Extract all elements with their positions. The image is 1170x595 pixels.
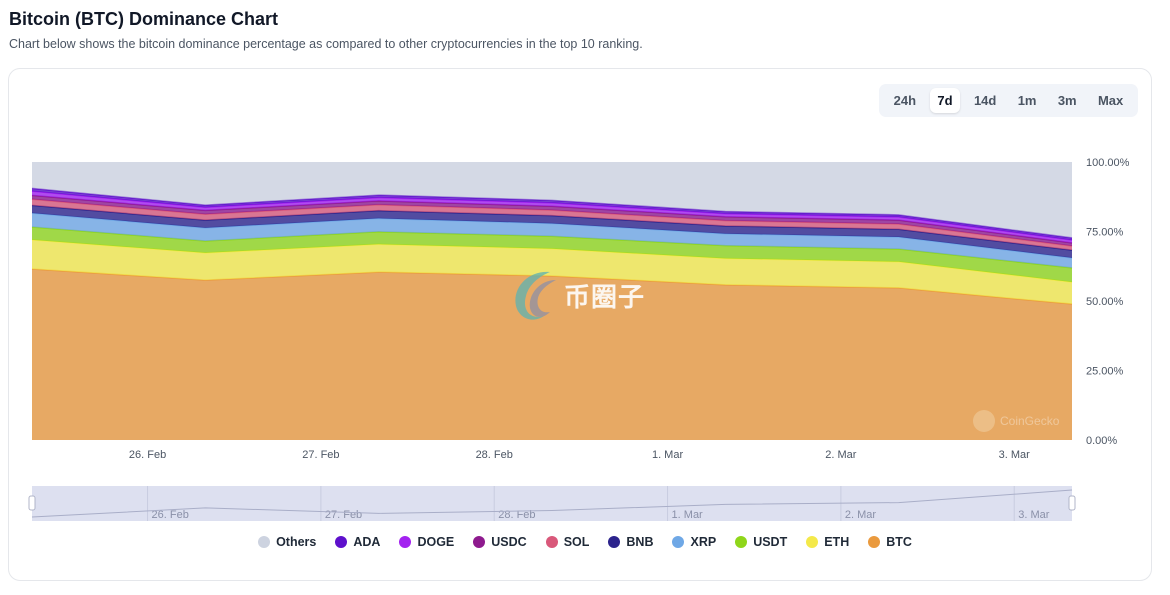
- x-tick-label: 3. Mar: [999, 449, 1031, 461]
- legend-dot-icon: [545, 536, 558, 548]
- x-tick-label: 27. Feb: [302, 449, 339, 461]
- watermark: 币圈子: [510, 266, 645, 324]
- x-tick-label: 2. Mar: [825, 449, 857, 461]
- watermark-text: 币圈子: [564, 281, 646, 312]
- legend-label: ADA: [353, 535, 381, 549]
- legend-dot-icon: [608, 536, 621, 548]
- legend-item-ada[interactable]: ADA: [335, 535, 380, 549]
- navigator-tick-label: 3. Mar: [1018, 509, 1050, 521]
- legend-dot-icon: [735, 536, 748, 548]
- x-tick-label: 26. Feb: [129, 449, 166, 461]
- legend-item-usdc[interactable]: USDC: [473, 535, 527, 549]
- legend-label: USDC: [491, 535, 527, 549]
- x-tick-label: 28. Feb: [476, 449, 513, 461]
- legend-item-usdt[interactable]: USDT: [735, 535, 787, 549]
- legend-label: BTC: [886, 535, 912, 549]
- legend-dot-icon: [672, 536, 685, 548]
- navigator-tick-label: 2. Mar: [845, 509, 877, 521]
- legend-label: ETH: [824, 535, 850, 549]
- coingecko-text: CoinGecko: [1000, 414, 1060, 428]
- legend-item-doge[interactable]: DOGE: [399, 535, 454, 549]
- navigator-handle-left[interactable]: [28, 495, 36, 511]
- legend-label: BNB: [626, 535, 654, 549]
- navigator-tick-label: 27. Feb: [325, 509, 362, 521]
- watermark-logo-icon: [515, 271, 556, 320]
- legend-item-bnb[interactable]: BNB: [608, 535, 653, 549]
- legend-label: XRP: [690, 535, 717, 549]
- legend-dot-icon: [473, 536, 486, 548]
- y-tick-label: 0.00%: [1086, 435, 1117, 447]
- legend-dot-icon: [399, 536, 412, 548]
- legend-item-sol[interactable]: SOL: [545, 535, 590, 549]
- y-tick-label: 50.00%: [1086, 296, 1124, 308]
- y-tick-label: 75.00%: [1086, 227, 1124, 239]
- legend-dot-icon: [806, 536, 819, 548]
- legend-item-others[interactable]: Others: [258, 535, 316, 549]
- legend-label: DOGE: [417, 535, 455, 549]
- navigator-tick-label: 1. Mar: [672, 509, 704, 521]
- coingecko-logo-icon: [973, 410, 995, 432]
- legend-item-xrp[interactable]: XRP: [672, 535, 716, 549]
- legend-item-btc[interactable]: BTC: [868, 535, 912, 549]
- coingecko-watermark: CoinGecko: [973, 410, 1059, 432]
- y-tick-label: 100.00%: [1086, 157, 1130, 169]
- legend-label: USDT: [753, 535, 788, 549]
- legend-label: Others: [276, 535, 317, 549]
- navigator-handle-right[interactable]: [1068, 495, 1076, 511]
- legend-dot-icon: [335, 536, 348, 548]
- chart-legend: Others ADA DOGE USDC SOL BNB XRP USDT ETH BTC: [0, 535, 1170, 549]
- legend-dot-icon: [868, 536, 881, 548]
- legend-dot-icon: [258, 536, 271, 548]
- y-tick-label: 25.00%: [1086, 366, 1124, 378]
- legend-label: SOL: [563, 535, 590, 549]
- x-tick-label: 1. Mar: [652, 449, 684, 461]
- legend-item-eth[interactable]: ETH: [806, 535, 849, 549]
